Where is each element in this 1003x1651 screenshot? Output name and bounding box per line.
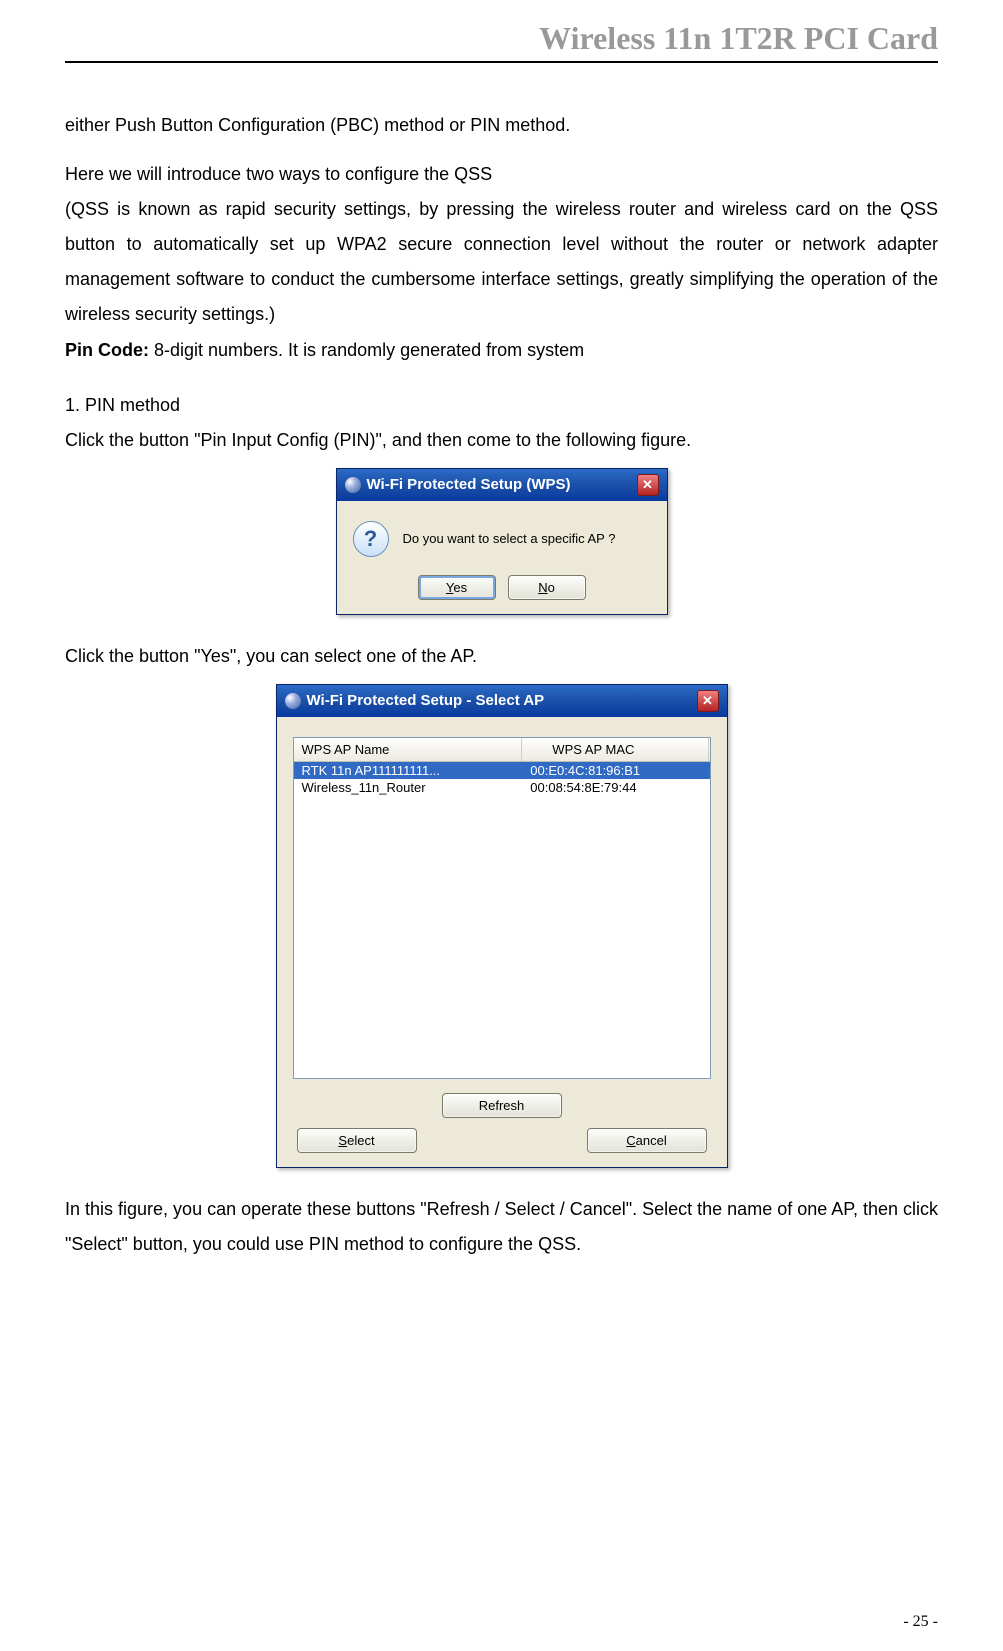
no-button[interactable]: No (508, 575, 586, 600)
step-1-heading: 1. PIN method (65, 388, 938, 423)
dialog2-titlebar: Wi-Fi Protected Setup - Select AP ✕ (277, 685, 727, 717)
dialog-titlebar: Wi-Fi Protected Setup (WPS) ✕ (337, 469, 667, 501)
close-icon: ✕ (702, 693, 713, 709)
question-icon: ? (353, 521, 389, 557)
col-header-name[interactable]: WPS AP Name (294, 738, 523, 761)
select-ap-dialog: Wi-Fi Protected Setup - Select AP ✕ WPS … (276, 684, 728, 1168)
cell-ap-mac: 00:08:54:8E:79:44 (522, 779, 709, 796)
step-1-text: Click the button "Pin Input Config (PIN)… (65, 423, 938, 458)
wps-confirm-dialog: Wi-Fi Protected Setup (WPS) ✕ ? Do you w… (336, 468, 668, 615)
yes-label-tail: es (453, 580, 467, 595)
pin-code-label: Pin Code: (65, 340, 154, 360)
close-button[interactable]: ✕ (697, 690, 719, 712)
wifi-icon (285, 693, 301, 709)
col-header-mac[interactable]: WPS AP MAC (522, 738, 709, 761)
wifi-icon (345, 477, 361, 493)
list-row[interactable]: Wireless_11n_Router 00:08:54:8E:79:44 (294, 779, 710, 796)
yes-button[interactable]: Yes (418, 575, 496, 600)
close-button[interactable]: ✕ (637, 474, 659, 496)
cancel-button[interactable]: Cancel (587, 1128, 707, 1153)
dialog2-title: Wi-Fi Protected Setup - Select AP (307, 692, 545, 709)
dialog-title: Wi-Fi Protected Setup (WPS) (367, 476, 571, 493)
header-title: Wireless 11n 1T2R PCI Card (539, 20, 938, 56)
no-label-tail: o (548, 580, 555, 595)
final-paragraph: In this figure, you can operate these bu… (65, 1192, 938, 1262)
cell-ap-name: Wireless_11n_Router (294, 779, 523, 796)
paragraph-qss-desc: (QSS is known as rapid security settings… (65, 192, 938, 332)
list-row[interactable]: RTK 11n AP111111111... 00:E0:4C:81:96:B1 (294, 762, 710, 779)
cell-ap-mac: 00:E0:4C:81:96:B1 (522, 762, 709, 779)
close-icon: ✕ (642, 477, 653, 493)
pin-code-text: 8-digit numbers. It is randomly generate… (154, 340, 584, 360)
ap-listview[interactable]: WPS AP Name WPS AP MAC RTK 11n AP1111111… (293, 737, 711, 1079)
question-text: Do you want to select a specific AP ? (403, 531, 616, 546)
paragraph-pin: Pin Code: 8-digit numbers. It is randoml… (65, 333, 938, 368)
listview-header: WPS AP Name WPS AP MAC (294, 738, 710, 762)
click-yes-text: Click the button "Yes", you can select o… (65, 639, 938, 674)
paragraph-pbc: either Push Button Configuration (PBC) m… (65, 108, 938, 143)
cell-ap-name: RTK 11n AP111111111... (294, 762, 523, 779)
page-number: - 25 - (903, 1613, 938, 1631)
body-text: either Push Button Configuration (PBC) m… (65, 108, 938, 458)
page-header: Wireless 11n 1T2R PCI Card (65, 20, 938, 63)
paragraph-intro: Here we will introduce two ways to confi… (65, 157, 938, 192)
refresh-button[interactable]: Refresh (442, 1093, 562, 1118)
select-button[interactable]: Select (297, 1128, 417, 1153)
